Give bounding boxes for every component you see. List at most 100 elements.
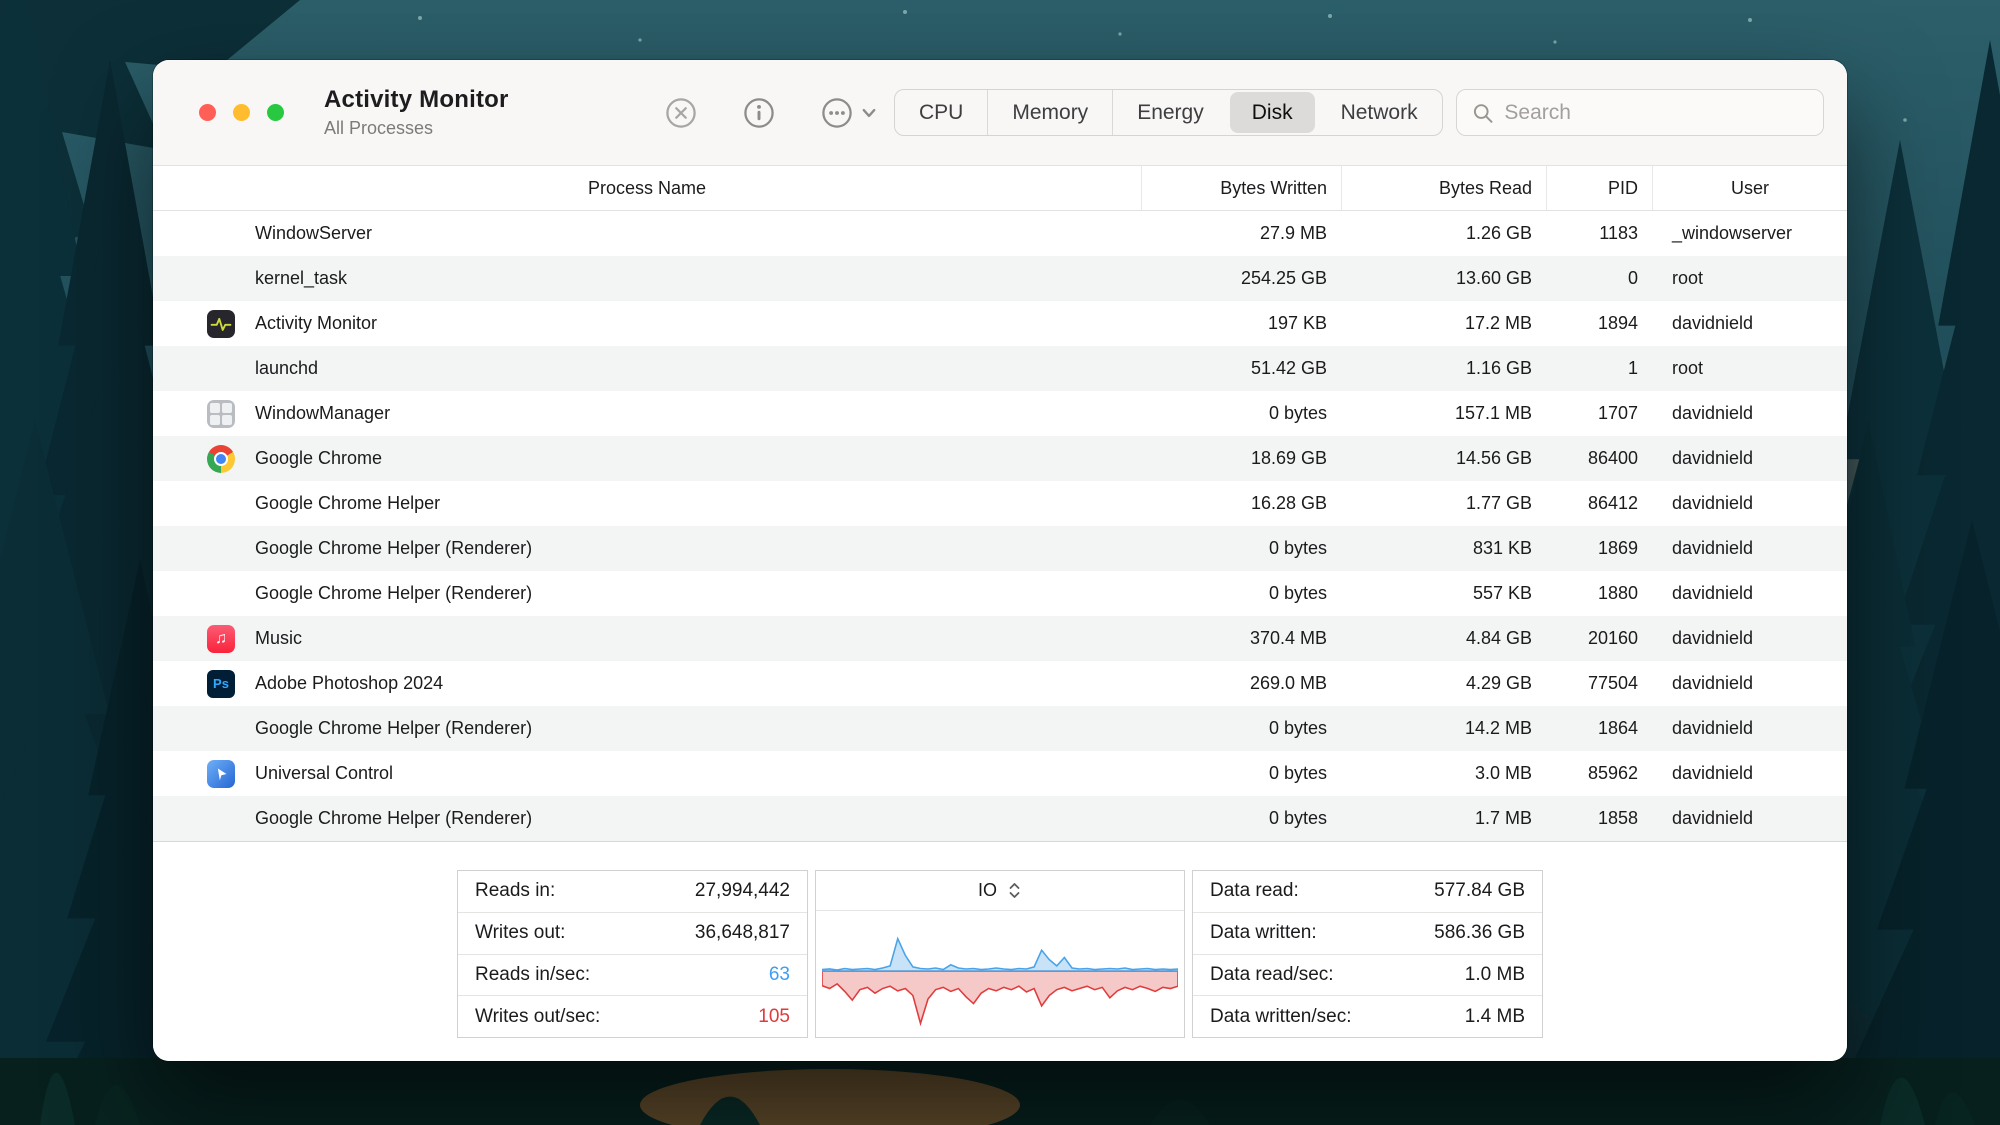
stat-label: Data read/sec: [1210, 963, 1334, 985]
more-options-button[interactable] [820, 96, 878, 130]
zoom-button[interactable] [267, 104, 284, 121]
column-header-bytes-written[interactable]: Bytes Written [1141, 166, 1341, 210]
user-cell: davidnield [1672, 763, 1754, 783]
app-icon-slot [207, 805, 235, 833]
table-row[interactable]: kernel_task 254.25 GB 13.60 GB 0 root [153, 256, 1847, 301]
process-name-cell: Activity Monitor [153, 309, 1141, 338]
app-icon-slot [207, 580, 235, 608]
pid-cell: 77504 [1587, 673, 1638, 693]
bytes-written-cell: 18.69 GB [1250, 448, 1327, 468]
table-row[interactable]: Ps Adobe Photoshop 2024 269.0 MB 4.29 GB 775… [153, 661, 1847, 706]
tab-network[interactable]: Network [1317, 90, 1442, 135]
title-block: Activity Monitor All Processes [324, 86, 534, 139]
io-popup-button[interactable]: IO [816, 871, 1184, 911]
data-totals-panel: Data read: 577.84 GB Data written: 586.36 G… [1192, 870, 1543, 1038]
photoshop-icon: Ps [207, 669, 235, 698]
close-button[interactable] [199, 104, 216, 121]
process-name-cell: WindowManager [153, 399, 1141, 428]
stat-value: 1.0 MB [1464, 963, 1525, 985]
column-header-user[interactable]: User [1652, 166, 1847, 210]
bytes-written-cell: 0 bytes [1268, 808, 1327, 828]
io-chart-svg [822, 936, 1178, 1027]
bytes-read-cell: 831 KB [1472, 538, 1532, 558]
bytes-written-cell: 370.4 MB [1249, 628, 1327, 648]
table-row[interactable]: Activity Monitor 197 KB 17.2 MB 1894 davidni… [153, 301, 1847, 346]
tab-cpu[interactable]: CPU [895, 90, 987, 135]
user-cell: davidnield [1672, 403, 1754, 423]
table-row[interactable]: Google Chrome Helper (Renderer) 0 bytes 1.… [153, 796, 1847, 841]
table-row[interactable]: ♫ Music 370.4 MB 4.84 GB 20160 davidnield [153, 616, 1847, 661]
bytes-read-cell: 4.84 GB [1465, 628, 1532, 648]
user-cell: davidnield [1672, 583, 1754, 603]
search-field[interactable] [1456, 89, 1824, 136]
activity-monitor-window: Activity Monitor All Processes CPU Memor… [153, 60, 1847, 1061]
inspect-process-button[interactable] [742, 96, 776, 130]
stat-row: Reads in: 27,994,442 [458, 871, 807, 912]
pid-cell: 86400 [1587, 448, 1638, 468]
process-name-cell: ♫ Music [153, 624, 1141, 653]
process-name-cell: Google Chrome [153, 444, 1141, 473]
user-cell: _windowserver [1672, 223, 1793, 243]
tab-energy[interactable]: Energy [1112, 90, 1228, 135]
column-header-pid[interactable]: PID [1546, 166, 1652, 210]
table-row[interactable]: Google Chrome Helper (Renderer) 0 bytes 55… [153, 571, 1847, 616]
google-chrome-icon [207, 444, 235, 473]
stat-row: Data read: 577.84 GB [1193, 871, 1542, 912]
bytes-written-cell: 0 bytes [1268, 718, 1327, 738]
bytes-written-cell: 27.9 MB [1259, 223, 1327, 243]
bytes-read-cell: 1.16 GB [1465, 358, 1532, 378]
process-name-cell: Universal Control [153, 759, 1141, 788]
minimize-button[interactable] [233, 104, 250, 121]
pid-cell: 1183 [1599, 223, 1638, 243]
search-input[interactable] [1504, 100, 1809, 125]
bytes-written-cell: 51.42 GB [1250, 358, 1327, 378]
stat-label: Data written: [1210, 922, 1317, 944]
process-name-cell: Google Chrome Helper (Renderer) [153, 580, 1141, 608]
table-row[interactable]: Google Chrome Helper (Renderer) 0 bytes 83… [153, 526, 1847, 571]
pid-cell: 1894 [1597, 313, 1638, 333]
process-name: Google Chrome Helper (Renderer) [255, 583, 533, 603]
process-name-cell: WindowServer [153, 220, 1141, 248]
pid-cell: 1869 [1597, 538, 1638, 558]
pid-cell: 20160 [1587, 628, 1638, 648]
chevron-down-icon [862, 108, 876, 117]
table-row[interactable]: WindowManager 0 bytes 157.1 MB 1707 davidnie… [153, 391, 1847, 436]
bytes-read-cell: 1.7 MB [1474, 808, 1532, 828]
stat-label: Reads in/sec: [475, 963, 591, 985]
app-icon-slot [207, 715, 235, 743]
bytes-read-cell: 13.60 GB [1455, 268, 1532, 288]
table-row[interactable]: WindowServer 27.9 MB 1.26 GB 1183 _windowser… [153, 211, 1847, 256]
process-name-cell: Google Chrome Helper (Renderer) [153, 535, 1141, 563]
table-row[interactable]: Universal Control 0 bytes 3.0 MB 85962 david… [153, 751, 1847, 796]
toolbar: Activity Monitor All Processes CPU Memor… [153, 60, 1847, 166]
process-name: Adobe Photoshop 2024 [255, 673, 444, 693]
stats-footer: Reads in: 27,994,442 Writes out: 36,648,817… [153, 841, 1847, 1061]
bytes-written-cell: 16.28 GB [1250, 493, 1327, 513]
process-name: Universal Control [255, 763, 394, 783]
app-icon-slot [207, 220, 235, 248]
pid-cell: 1 [1627, 358, 1638, 378]
process-table-body: WindowServer 27.9 MB 1.26 GB 1183 _windowser… [153, 211, 1847, 841]
bytes-read-cell: 1.77 GB [1465, 493, 1532, 513]
table-row[interactable]: Google Chrome 18.69 GB 14.56 GB 86400 davidn… [153, 436, 1847, 481]
user-cell: davidnield [1672, 673, 1754, 693]
table-row[interactable]: Google Chrome Helper (Renderer) 0 bytes 14… [153, 706, 1847, 751]
user-cell: davidnield [1672, 493, 1754, 513]
app-icon-slot [207, 535, 235, 563]
user-cell: davidnield [1672, 628, 1754, 648]
quit-process-button[interactable] [664, 96, 698, 130]
process-name-cell: Google Chrome Helper (Renderer) [153, 805, 1141, 833]
table-row[interactable]: launchd 51.42 GB 1.16 GB 1 root [153, 346, 1847, 391]
tab-memory[interactable]: Memory [987, 90, 1112, 135]
column-header-bytes-read[interactable]: Bytes Read [1341, 166, 1546, 210]
table-row[interactable]: Google Chrome Helper 16.28 GB 1.77 GB 86412… [153, 481, 1847, 526]
traffic-lights [199, 104, 284, 121]
process-name: Activity Monitor [255, 313, 378, 333]
table-header: Process Name Bytes Written Bytes Read PI… [153, 166, 1847, 211]
process-name-cell: Ps Adobe Photoshop 2024 [153, 669, 1141, 698]
bytes-read-cell: 157.1 MB [1454, 403, 1532, 423]
view-segmented-control: CPU Memory Energy Disk Network [894, 89, 1443, 136]
column-header-process-name[interactable]: Process Name [153, 166, 1141, 210]
tab-disk[interactable]: Disk [1229, 92, 1315, 133]
user-cell: davidnield [1672, 808, 1754, 828]
